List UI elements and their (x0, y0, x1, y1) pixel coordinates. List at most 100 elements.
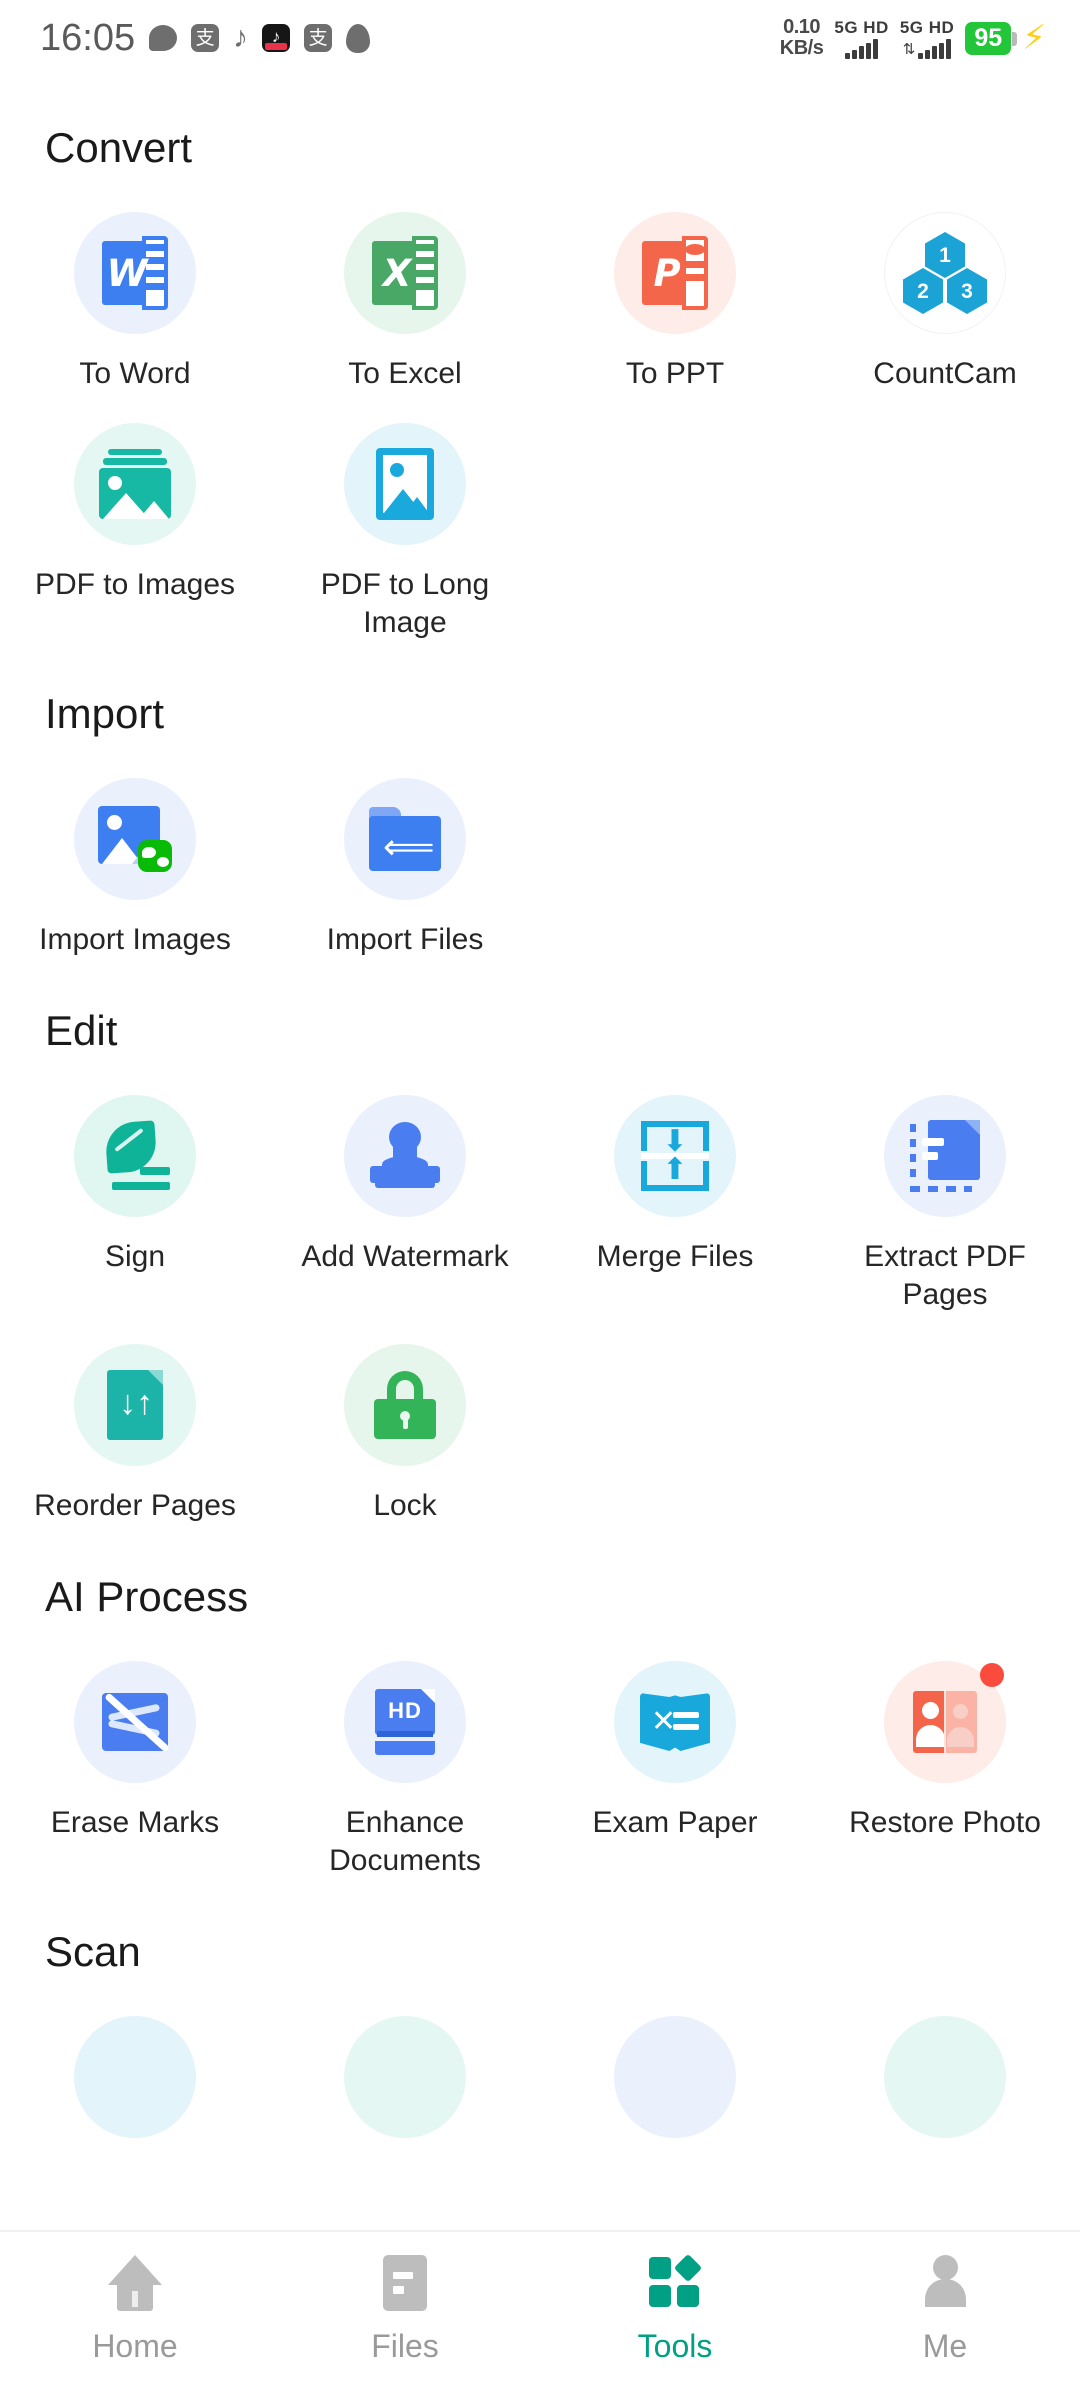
tool-lock[interactable]: Lock (270, 1318, 540, 1525)
section-grid-edit: Sign Add Watermark ⬇ ⬆ Merge Files Extra… (0, 1069, 1080, 1525)
tools-grid-icon (649, 2253, 703, 2312)
network-speed: 0.10 KB/s (780, 17, 824, 59)
sim1-label: 5G HD (834, 17, 889, 37)
scan-item-4-icon (884, 2016, 1006, 2138)
feather-pen-icon (98, 1120, 172, 1192)
tool-enhance-documents[interactable]: HD Enhance Documents (270, 1635, 540, 1880)
merge-arrows-icon: ⬇ ⬆ (641, 1121, 709, 1191)
tool-scan-2[interactable] (270, 1990, 540, 2138)
tool-label: Extract PDF Pages (864, 1240, 1026, 1311)
charging-bolt-icon: ⚡ (1022, 19, 1046, 57)
section-title-ai-process: AI Process (45, 1573, 249, 1620)
tool-label: Erase Marks (50, 1806, 220, 1839)
section-title-import: Import (45, 690, 165, 737)
tool-label: To Excel (348, 357, 462, 390)
tool-icon-circle (74, 1661, 196, 1783)
tool-label: Add Watermark (301, 1240, 509, 1273)
chat-bubble-icon (149, 25, 178, 51)
scan-item-1-icon (74, 2016, 196, 2138)
section-title-convert: Convert (45, 124, 193, 171)
exam-book-icon: ✕ (640, 1693, 710, 1751)
stamp-icon (370, 1122, 440, 1190)
tool-label: Reorder Pages (34, 1489, 236, 1522)
tool-icon-circle: 123 (884, 212, 1006, 334)
nav-label: Me (922, 2328, 968, 2364)
tool-pdf-to-long-image[interactable]: PDF to Long Image (270, 397, 540, 642)
tool-sign[interactable]: Sign (0, 1069, 270, 1314)
tool-icon-circle (344, 1095, 466, 1217)
tool-label: To PPT (625, 357, 725, 390)
alipay-icon-2: 支 (304, 24, 333, 52)
tool-scan-1[interactable] (0, 1990, 270, 2138)
bottom-navigation-bar: Home Files Tools Me (0, 2230, 1080, 2400)
tool-label: Import Files (326, 923, 484, 956)
tool-extract-pdf-pages[interactable]: Extract PDF Pages (810, 1069, 1080, 1314)
tool-label: CountCam (873, 357, 1017, 390)
tool-icon-circle (344, 423, 466, 545)
powerpoint-icon: P (642, 236, 708, 310)
tool-to-excel[interactable]: X To Excel (270, 186, 540, 393)
countcam-hex-icon: 123 (902, 232, 988, 314)
photo-stack-icon (99, 449, 171, 519)
sim2-signal: 5G HD ⇅ (900, 18, 954, 59)
tool-icon-circle (344, 1344, 466, 1466)
tool-icon-circle: ✕ (614, 1661, 736, 1783)
tool-icon-circle (884, 1095, 1006, 1217)
tool-icon-circle: ⟸ (344, 778, 466, 900)
nav-item-files[interactable]: Files (270, 2254, 540, 2365)
excel-icon: X (372, 236, 438, 310)
sim2-label: 5G HD (899, 17, 955, 37)
tool-icon-circle: W (74, 212, 196, 334)
scan-item-3-icon (614, 2016, 736, 2138)
tool-exam-paper[interactable]: ✕ Exam Paper (540, 1635, 810, 1880)
tool-reorder-pages[interactable]: ↓ ↑ Reorder Pages (0, 1318, 270, 1525)
erase-marks-icon (102, 1692, 170, 1753)
tool-label: PDF to Long Image (320, 568, 490, 639)
files-icon (383, 2254, 427, 2312)
tool-label: Sign (104, 1240, 166, 1273)
nav-item-me[interactable]: Me (810, 2254, 1080, 2365)
section-grid-scan (0, 1990, 1080, 2138)
tool-import-files[interactable]: ⟸ Import Files (270, 752, 540, 959)
word-icon: W (102, 236, 168, 310)
tool-icon-circle: X (344, 212, 466, 334)
nav-item-home[interactable]: Home (0, 2254, 270, 2365)
tool-countcam[interactable]: 123 CountCam (810, 186, 1080, 393)
image-wechat-icon (98, 806, 172, 872)
music-note-icon: ♪ (233, 21, 249, 54)
tool-label: To Word (79, 357, 191, 390)
tool-erase-marks[interactable]: Erase Marks (0, 1635, 270, 1880)
tool-icon-circle (74, 778, 196, 900)
padlock-icon (374, 1371, 436, 1439)
tool-label: Enhance Documents (329, 1806, 481, 1877)
tool-to-ppt[interactable]: P To PPT (540, 186, 810, 393)
sim2-bars-icon: ⇅ (903, 38, 952, 59)
tool-to-word[interactable]: W To Word (0, 186, 270, 393)
tool-icon-circle (74, 423, 196, 545)
tool-label: Merge Files (596, 1240, 754, 1273)
section-grid-convert: W To Word X To Excel P To PPT 1 2 3 Coun… (0, 186, 1080, 642)
hd-document-icon: HD (375, 1689, 435, 1755)
reorder-doc-icon: ↓ ↑ (107, 1370, 163, 1440)
scan-item-2-icon (344, 2016, 466, 2138)
tool-pdf-to-images[interactable]: PDF to Images (0, 397, 270, 642)
tool-scan-4[interactable] (810, 1990, 1080, 2138)
tall-photo-icon (376, 448, 434, 520)
tool-icon-circle (884, 1661, 1006, 1783)
tool-merge-files[interactable]: ⬇ ⬆ Merge Files (540, 1069, 810, 1314)
tool-import-images[interactable]: Import Images (0, 752, 270, 959)
sim1-signal: 5G HD (834, 18, 888, 59)
tool-add-watermark[interactable]: Add Watermark (270, 1069, 540, 1314)
tool-restore-photo[interactable]: Restore Photo (810, 1635, 1080, 1880)
tool-label: Lock (373, 1489, 437, 1522)
restore-photo-icon (913, 1691, 977, 1753)
nav-label: Home (92, 2328, 178, 2364)
nav-item-tools[interactable]: Tools (540, 2253, 810, 2365)
tool-label: Exam Paper (592, 1806, 758, 1839)
status-bar-left: 16:05 支 ♪ ♪ 支 (40, 17, 371, 60)
tool-scan-3[interactable] (540, 1990, 810, 2138)
person-icon (921, 2254, 969, 2312)
tool-label: PDF to Images (34, 568, 236, 601)
nav-label: Files (371, 2328, 439, 2364)
home-icon (108, 2254, 162, 2312)
